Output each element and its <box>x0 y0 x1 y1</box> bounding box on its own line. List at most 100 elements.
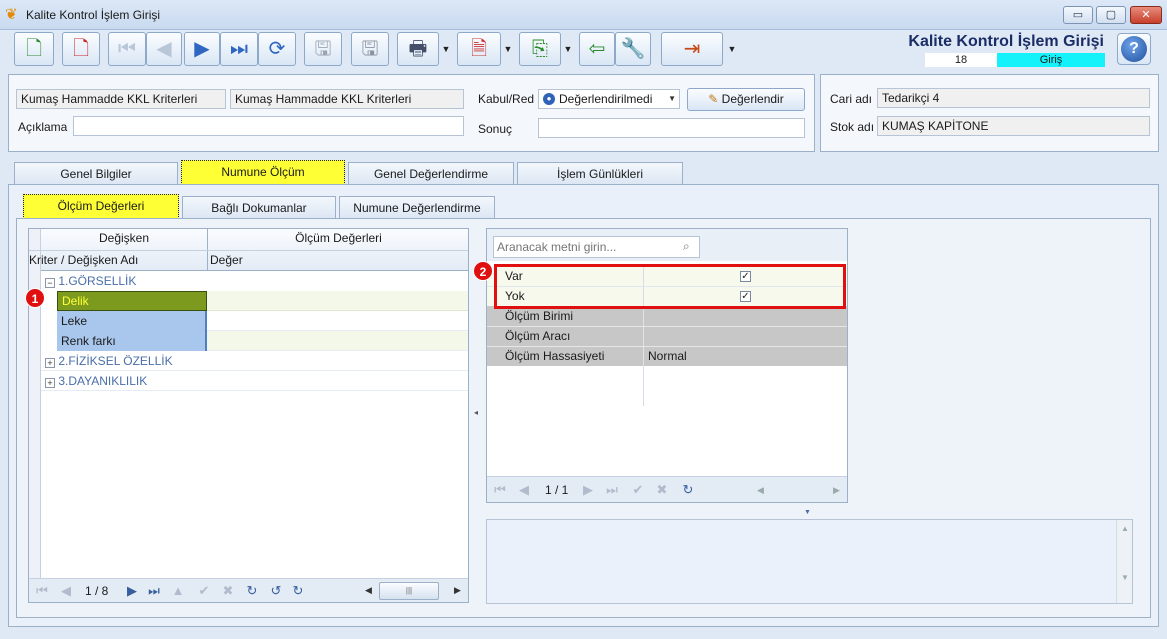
print-dropdown[interactable]: ▼ <box>439 32 453 66</box>
tab-general-info[interactable]: Genel Bilgiler <box>14 162 178 185</box>
check-icon[interactable]: ✔ <box>193 583 215 599</box>
result-input[interactable] <box>538 118 805 138</box>
property-value-tool[interactable] <box>643 326 847 346</box>
value-cell[interactable] <box>207 331 468 351</box>
next-icon[interactable]: ▶ <box>577 482 599 498</box>
save-button[interactable]: 🖫 <box>304 32 342 66</box>
subtab-sample-evaluation[interactable]: Numune Değerlendirme <box>339 196 495 219</box>
grid-navigator: ⏮ ◀ 1 / 8 ▶ ⏭ ▲ ✔ ✖ ↻ ↺ ↻ ◀ ||| ▶ <box>29 578 468 602</box>
property-pager: 1 / 1 <box>545 483 569 497</box>
accept-select[interactable]: ● Değerlendirilmedi ▼ <box>538 89 680 109</box>
help-button[interactable]: ? <box>1117 33 1151 65</box>
property-name-tool: Ölçüm Aracı <box>505 329 571 343</box>
maximize-button[interactable]: ▢ <box>1096 6 1126 24</box>
tab-process-logs[interactable]: İşlem Günlükleri <box>517 162 683 185</box>
expand-icon[interactable]: + <box>45 358 55 368</box>
first-record-button[interactable]: ⏮ <box>108 32 146 66</box>
import-button[interactable]: ⇦ <box>579 32 615 66</box>
printer-icon: 🖶 <box>408 38 428 60</box>
previous-icon[interactable]: ◀ <box>513 482 535 498</box>
print-button[interactable]: 🖶 <box>397 32 439 66</box>
table-row[interactable]: Leke <box>57 311 207 331</box>
notes-memo[interactable]: ▲ ▼ <box>486 519 1133 604</box>
group-row-visual[interactable]: − 1.GÖRSELLİK <box>41 271 468 291</box>
check-icon[interactable]: ✔ <box>627 482 649 498</box>
delete-record-button[interactable]: 🗋 <box>62 32 100 66</box>
export-pdf-button[interactable]: 🗎 <box>457 32 501 66</box>
horizontal-scrollbar-thumb[interactable]: ||| <box>379 582 439 600</box>
splitter-down-icon[interactable]: ▼ <box>804 509 811 516</box>
tools-button[interactable]: 🔧 <box>615 32 651 66</box>
next-record-button[interactable]: ▶ <box>184 32 220 66</box>
insert-icon[interactable]: ▲ <box>167 583 189 598</box>
value-cell[interactable] <box>207 311 468 331</box>
description-input[interactable] <box>73 116 464 136</box>
first-icon[interactable]: ⏮ <box>489 482 511 498</box>
previous-record-button[interactable]: ◀ <box>146 32 182 66</box>
first-icon: ⏮ <box>118 38 136 60</box>
minimize-button[interactable]: ▭ <box>1063 6 1093 24</box>
collapse-icon[interactable]: − <box>45 278 55 288</box>
subtab-measurement-values[interactable]: Ölçüm Değerleri <box>23 194 179 219</box>
group-label: 1.GÖRSELLİK <box>58 274 137 288</box>
group-label: 2.FİZİKSEL ÖZELLİK <box>58 354 173 368</box>
refresh-icon[interactable]: ↻ <box>677 482 699 498</box>
window-title: Kalite Kontrol İşlem Girişi <box>26 8 161 22</box>
callout-badge: 1 <box>25 288 45 308</box>
cancel-icon[interactable]: ✖ <box>651 482 673 498</box>
column-criteria-name[interactable]: Kriter / Değişken Adı <box>29 253 138 267</box>
account-field[interactable]: Tedarikçi 4 <box>877 88 1150 108</box>
tab-sample-measurement[interactable]: Numune Ölçüm <box>181 160 345 185</box>
band-measurement-values: Ölçüm Değerleri <box>295 231 382 245</box>
refresh-button[interactable]: ⟳ <box>258 32 296 66</box>
copy-dropdown[interactable]: ▼ <box>561 32 575 66</box>
next-icon: ▶ <box>194 38 210 60</box>
refresh-icon[interactable]: ↻ <box>241 583 263 599</box>
splitter-handle[interactable]: ◂ <box>474 408 478 417</box>
expand-icon[interactable]: + <box>45 378 55 388</box>
redo-icon[interactable]: ↻ <box>287 583 309 599</box>
subtab-linked-documents[interactable]: Bağlı Dokumanlar <box>182 196 336 219</box>
stock-field[interactable]: KUMAŞ KAPİTONE <box>877 116 1150 136</box>
cancel-icon[interactable]: ✖ <box>217 583 239 599</box>
refresh-icon: ⟳ <box>268 38 286 60</box>
previous-icon[interactable]: ◀ <box>55 583 77 599</box>
exit-button[interactable]: ⇥ <box>661 32 723 66</box>
scroll-left-icon[interactable]: ◀ <box>365 585 372 596</box>
vertical-scrollbar[interactable]: ▲ ▼ <box>1116 520 1132 603</box>
property-value-precision[interactable]: Normal <box>643 346 847 366</box>
table-row[interactable]: Renk farkı <box>57 331 207 351</box>
scroll-down-icon[interactable]: ▼ <box>1121 573 1129 582</box>
property-search-input[interactable] <box>493 236 700 258</box>
close-window-button[interactable]: ✕ <box>1130 6 1162 24</box>
criteria-code-field[interactable]: Kumaş Hammadde KKL Kriterleri <box>16 89 226 109</box>
scroll-right-icon[interactable]: ▶ <box>833 485 840 496</box>
grid-pager: 1 / 8 <box>85 584 109 598</box>
evaluate-button[interactable]: ✎ Değerlendir <box>687 88 805 111</box>
next-icon[interactable]: ▶ <box>121 583 143 599</box>
undo-icon[interactable]: ↺ <box>265 583 287 599</box>
last-record-button[interactable]: ⏭ <box>220 32 258 66</box>
scroll-left-icon[interactable]: ◀ <box>757 485 764 496</box>
group-row-durability[interactable]: + 3.DAYANIKLILIK <box>41 371 468 391</box>
criteria-name-field[interactable]: Kumaş Hammadde KKL Kriterleri <box>230 89 464 109</box>
value-cell[interactable] <box>207 291 468 311</box>
scroll-up-icon[interactable]: ▲ <box>1121 524 1129 533</box>
last-icon[interactable]: ⏭ <box>143 583 165 599</box>
chevron-down-icon: ▼ <box>668 94 676 103</box>
save-close-button[interactable]: 🖫 <box>351 32 389 66</box>
tab-general-evaluation[interactable]: Genel Değerlendirme <box>348 162 514 185</box>
last-icon[interactable]: ⏭ <box>601 482 623 498</box>
property-value-unit[interactable] <box>643 306 847 326</box>
exit-dropdown[interactable]: ▼ <box>723 32 741 66</box>
new-record-button[interactable]: 🗋 <box>14 32 54 66</box>
accept-label: Kabul/Red <box>478 92 535 106</box>
table-row-selected[interactable]: Delik <box>57 291 207 311</box>
column-value[interactable]: Değer <box>210 253 243 267</box>
first-icon[interactable]: ⏮ <box>31 583 53 599</box>
band-variable: Değişken <box>98 231 150 245</box>
group-row-physical[interactable]: + 2.FİZİKSEL ÖZELLİK <box>41 351 468 371</box>
export-dropdown[interactable]: ▼ <box>501 32 515 66</box>
copy-button[interactable]: ⎘ <box>519 32 561 66</box>
scroll-right-icon[interactable]: ▶ <box>454 585 461 596</box>
